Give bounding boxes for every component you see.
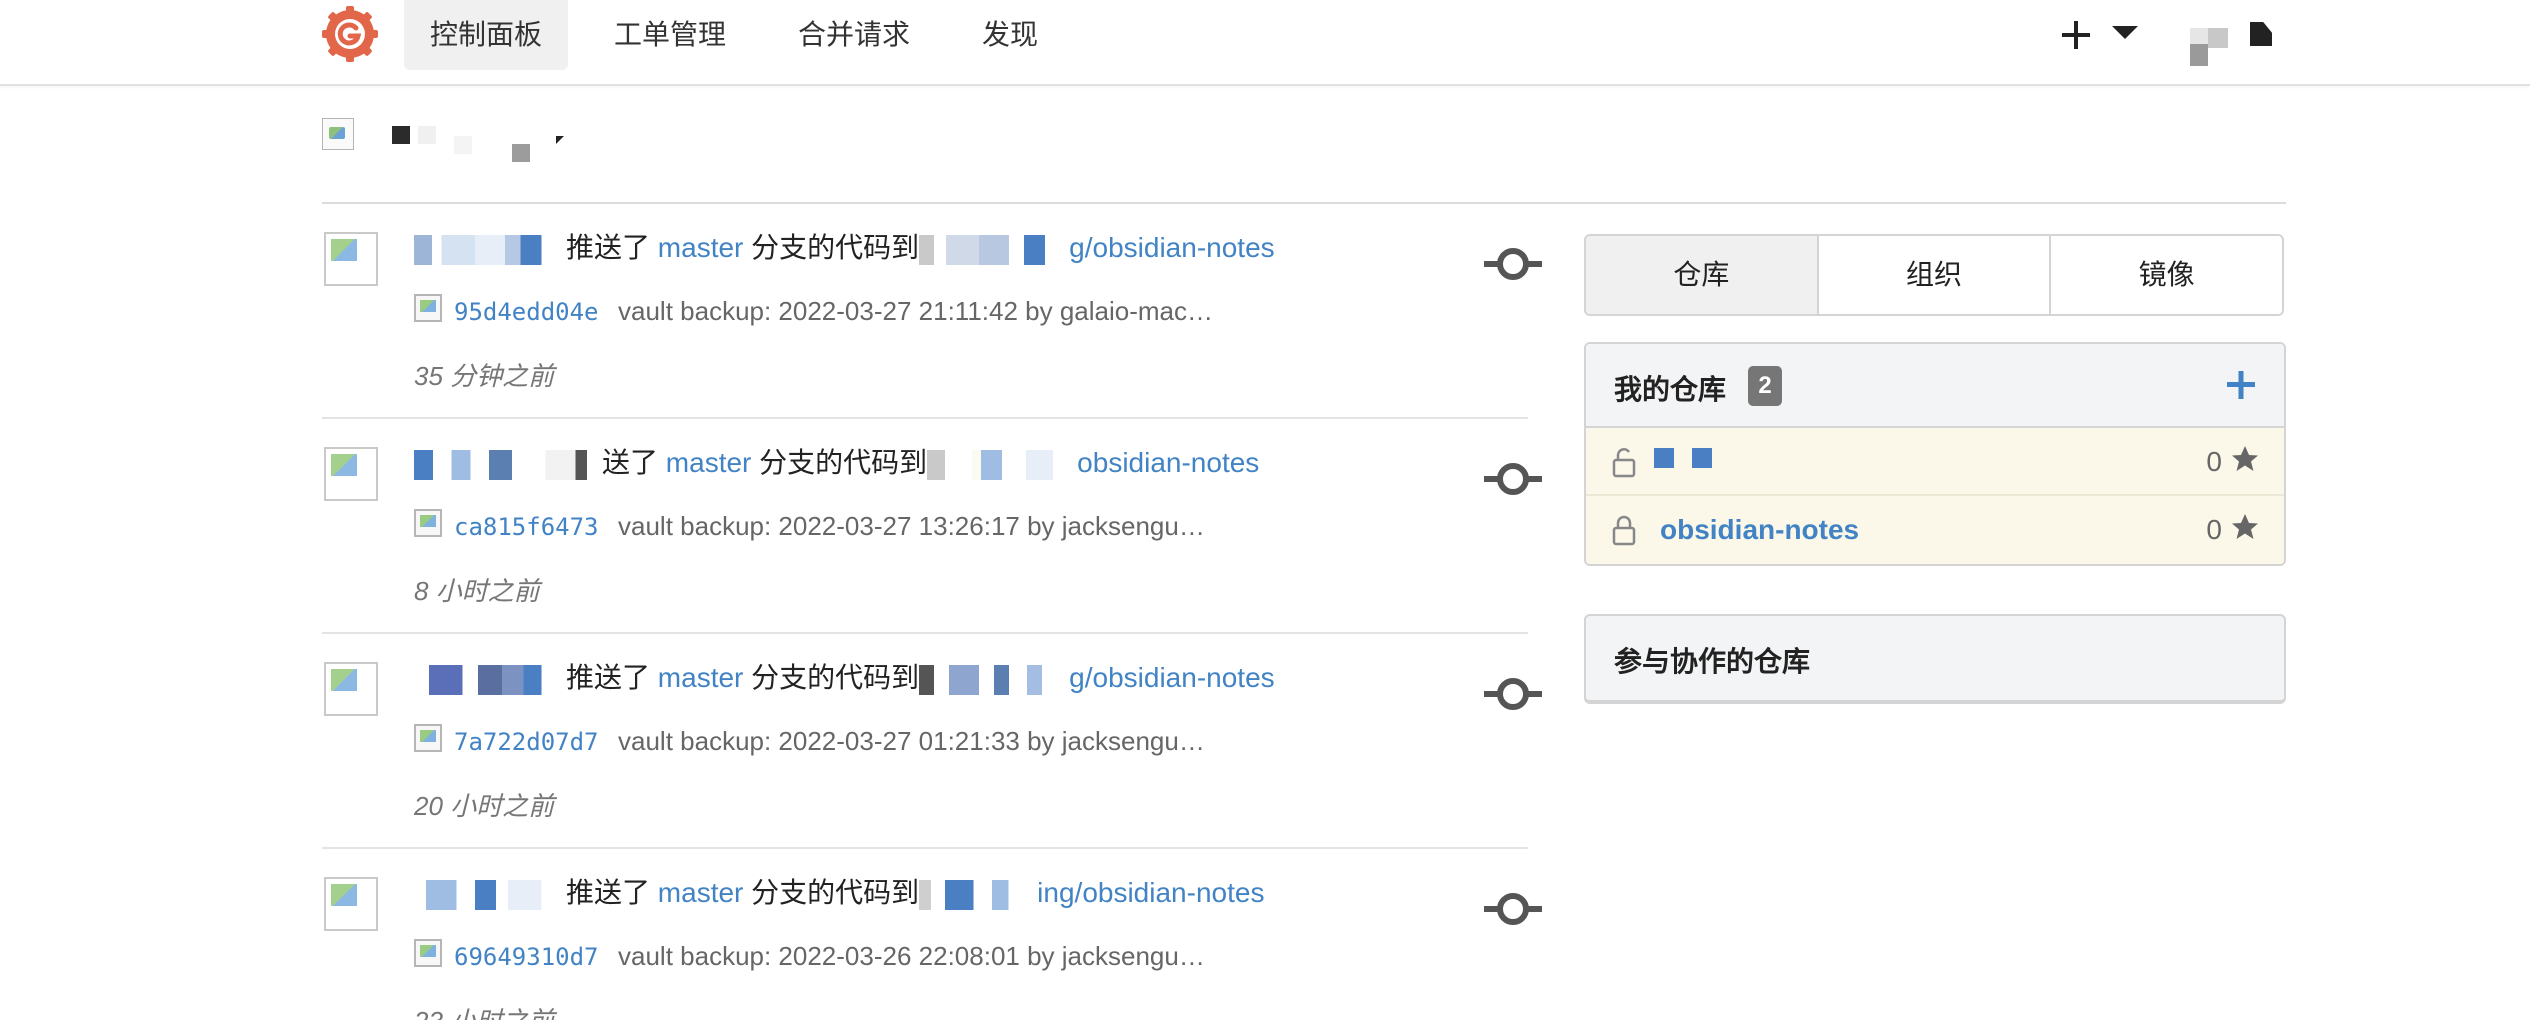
my-repos-title: 我的仓库 bbox=[1614, 374, 1727, 405]
feed-headline: 推送了 master 分支的代码到 g/obsidian-notes bbox=[414, 228, 1275, 268]
redacted-block bbox=[454, 136, 472, 154]
commit-avatar-icon bbox=[414, 294, 442, 322]
feed-user-avatar[interactable] bbox=[324, 447, 378, 501]
commit-icon bbox=[1484, 248, 1542, 280]
redacted-username[interactable] bbox=[414, 449, 602, 480]
repo-count-badge: 2 bbox=[1748, 366, 1782, 406]
commit-icon bbox=[1484, 463, 1542, 495]
redacted-repo-name[interactable] bbox=[1654, 448, 1674, 468]
repo-type-tabs: 仓库 组织 镜像 bbox=[1584, 234, 2284, 316]
feed-action-text: 推送了 bbox=[566, 662, 651, 693]
feed-item: 推送了 master 分支的代码到 g/obsidian-notes 95d4ed… bbox=[322, 204, 1542, 419]
activity-feed: 推送了 master 分支的代码到 g/obsidian-notes 95d4ed… bbox=[322, 204, 1542, 1020]
commit-sha-link[interactable]: 95d4edd04e bbox=[454, 298, 599, 326]
collab-repos-panel: 参与协作的仓库 bbox=[1584, 614, 2286, 704]
top-navbar: 控制面板 工单管理 合并请求 发现 bbox=[0, 0, 2530, 86]
branch-link[interactable]: master bbox=[658, 877, 744, 908]
redacted-username[interactable] bbox=[414, 879, 566, 910]
repo-link[interactable]: g/obsidian-notes bbox=[1069, 662, 1274, 693]
context-header bbox=[322, 116, 2286, 204]
gitea-logo-icon[interactable] bbox=[322, 6, 378, 62]
feed-item: 推送了 master 分支的代码到 ing/obsidian-notes 6964… bbox=[322, 849, 1542, 1020]
redacted-owner[interactable] bbox=[919, 879, 1038, 910]
feed-timestamp: 35 分钟之前 bbox=[414, 361, 555, 391]
repo-row[interactable]: 0 bbox=[1586, 428, 2284, 496]
feed-timestamp: 8 小时之前 bbox=[414, 576, 540, 606]
branch-link[interactable]: master bbox=[658, 232, 744, 263]
repo-link[interactable]: obsidian-notes bbox=[1077, 447, 1259, 478]
commit-sha-link[interactable]: ca815f6473 bbox=[454, 513, 599, 541]
feed-phrase-text: 分支的代码到 bbox=[759, 447, 928, 478]
feed-phrase-text: 分支的代码到 bbox=[751, 877, 920, 908]
star-count: 0 bbox=[2206, 514, 2222, 545]
commit-avatar-icon bbox=[414, 939, 442, 967]
feed-item: 推送了 master 分支的代码到 g/obsidian-notes 7a722d… bbox=[322, 634, 1542, 849]
nav-dashboard[interactable]: 控制面板 bbox=[404, 0, 569, 70]
redacted-block bbox=[418, 126, 436, 144]
repo-row[interactable]: obsidian-notes 0 bbox=[1586, 496, 2284, 564]
feed-headline: 推送了 master 分支的代码到 g/obsidian-notes bbox=[414, 658, 1275, 698]
lock-icon bbox=[1612, 515, 1636, 546]
redacted-repo-name[interactable] bbox=[1692, 448, 1712, 468]
my-repos-panel: 我的仓库 2 0 obsidian-notes 0 bbox=[1584, 342, 2286, 566]
redacted-block bbox=[392, 126, 410, 144]
my-repos-header: 我的仓库 2 bbox=[1586, 344, 2284, 428]
avatar-corner bbox=[2250, 22, 2272, 46]
repo-link[interactable]: g/obsidian-notes bbox=[1069, 232, 1274, 263]
commit-icon bbox=[1484, 893, 1542, 925]
feed-user-avatar[interactable] bbox=[324, 232, 378, 286]
tab-mirrors[interactable]: 镜像 bbox=[2049, 236, 2282, 314]
nav-issues[interactable]: 工单管理 bbox=[588, 0, 752, 70]
commit-message: vault backup: 2022-03-26 22:08:01 by jac… bbox=[618, 941, 1205, 971]
commit-sha-link[interactable]: 69649310d7 bbox=[454, 943, 599, 971]
branch-link[interactable]: master bbox=[666, 447, 752, 478]
redacted-username[interactable] bbox=[414, 664, 566, 695]
feed-user-avatar[interactable] bbox=[324, 877, 378, 931]
commit-icon bbox=[1484, 678, 1542, 710]
commit-message: vault backup: 2022-03-27 13:26:17 by jac… bbox=[618, 511, 1205, 541]
plus-icon[interactable] bbox=[2058, 10, 2098, 60]
feed-headline: 推送了 master 分支的代码到 ing/obsidian-notes bbox=[414, 873, 1264, 913]
redacted-username[interactable] bbox=[414, 234, 566, 265]
repo-link[interactable]: ing/obsidian-notes bbox=[1037, 877, 1264, 908]
tab-repositories[interactable]: 仓库 bbox=[1586, 236, 1817, 314]
redacted-owner[interactable] bbox=[919, 664, 1070, 695]
feed-action-text: 推送了 bbox=[566, 232, 651, 263]
dropdown-caret-icon[interactable] bbox=[556, 136, 564, 144]
feed-item: 送了 master 分支的代码到 obsidian-notes ca815f647… bbox=[322, 419, 1542, 634]
caret-down-icon[interactable] bbox=[2112, 26, 2138, 39]
nav-explore[interactable]: 发现 bbox=[956, 0, 1064, 70]
commit-sha-link[interactable]: 7a722d07d7 bbox=[454, 728, 599, 756]
avatar[interactable] bbox=[2190, 22, 2250, 66]
commit-message: vault backup: 2022-03-27 01:21:33 by jac… bbox=[618, 726, 1205, 756]
feed-action-text: 送了 bbox=[602, 447, 659, 478]
feed-phrase-text: 分支的代码到 bbox=[751, 662, 920, 693]
feed-timestamp: 20 小时之前 bbox=[414, 791, 555, 821]
tab-organizations[interactable]: 组织 bbox=[1816, 236, 2050, 314]
redacted-block bbox=[512, 144, 530, 162]
redacted-owner[interactable] bbox=[927, 449, 1078, 480]
feed-headline: 送了 master 分支的代码到 obsidian-notes bbox=[414, 443, 1259, 483]
feed-user-avatar[interactable] bbox=[324, 662, 378, 716]
user-avatar-image[interactable] bbox=[322, 118, 354, 150]
redacted-owner[interactable] bbox=[919, 234, 1070, 265]
feed-action-text: 推送了 bbox=[566, 877, 651, 908]
commit-avatar-icon bbox=[414, 724, 442, 752]
star-icon bbox=[2232, 446, 2258, 471]
unlock-icon bbox=[1612, 448, 1636, 478]
commit-message: vault backup: 2022-03-27 21:11:42 by gal… bbox=[618, 296, 1214, 326]
feed-timestamp: 23 小时之前 bbox=[414, 1001, 554, 1020]
star-icon bbox=[2232, 514, 2258, 539]
feed-phrase-text: 分支的代码到 bbox=[751, 232, 920, 263]
commit-avatar-icon bbox=[414, 509, 442, 537]
add-repo-plus-icon[interactable] bbox=[2224, 362, 2258, 408]
repo-name-link[interactable]: obsidian-notes bbox=[1660, 514, 1859, 546]
branch-link[interactable]: master bbox=[658, 662, 744, 693]
nav-pull-requests[interactable]: 合并请求 bbox=[772, 0, 936, 70]
collab-repos-title: 参与协作的仓库 bbox=[1614, 646, 1811, 677]
star-count: 0 bbox=[2206, 446, 2222, 477]
